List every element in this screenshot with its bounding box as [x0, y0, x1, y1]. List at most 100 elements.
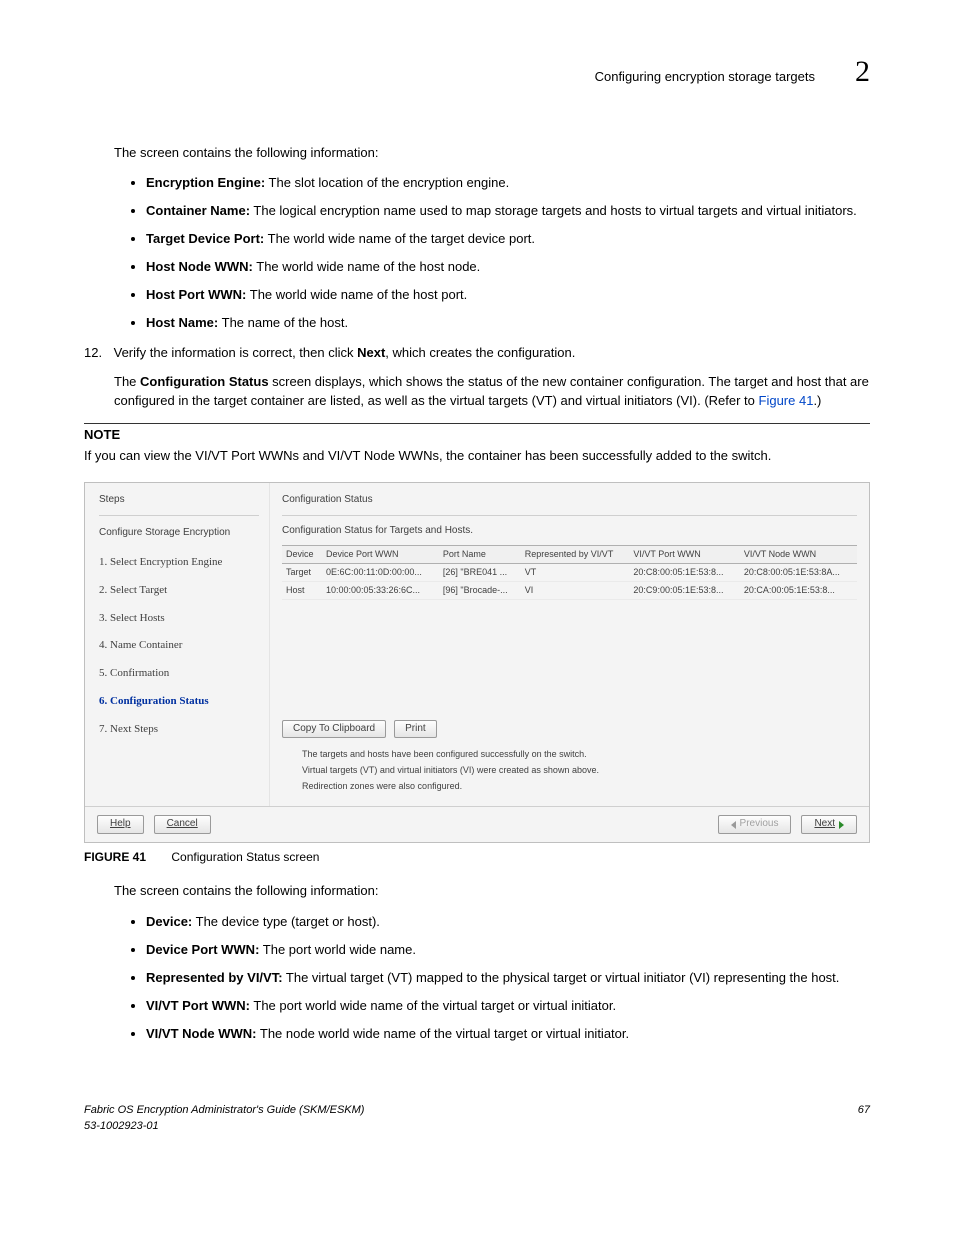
wizard-step[interactable]: 7. Next Steps: [99, 722, 259, 738]
term: Host Port WWN:: [146, 287, 246, 302]
desc: The virtual target (VT) mapped to the ph…: [283, 970, 840, 985]
wizard-step[interactable]: 3. Select Hosts: [99, 611, 259, 627]
footer-left: Fabric OS Encryption Administrator's Gui…: [84, 1103, 364, 1135]
step-number: 12.: [84, 344, 110, 363]
chapter-number: 2: [855, 50, 870, 94]
chevron-left-icon: [731, 821, 736, 829]
t: Configuration Status: [140, 374, 269, 389]
wizard-step[interactable]: 4. Name Container: [99, 638, 259, 654]
col-device-port-wwn: Device Port WWN: [322, 545, 439, 563]
status-message: Redirection zones were also configured.: [282, 780, 857, 793]
desc: The device type (target or host).: [192, 914, 380, 929]
cell: 0E:6C:00:11:0D:00:00...: [322, 563, 439, 581]
steps-header: Steps: [99, 493, 259, 508]
cell: [96] "Brocade-...: [439, 581, 521, 599]
desc: The node world wide name of the virtual …: [257, 1026, 630, 1041]
doc-title: Fabric OS Encryption Administrator's Gui…: [84, 1103, 364, 1119]
desc: The world wide name of the host port.: [246, 287, 467, 302]
table-row[interactable]: Target 0E:6C:00:11:0D:00:00... [26] "BRE…: [282, 563, 857, 581]
col-port-name: Port Name: [439, 545, 521, 563]
col-vivt-port: VI/VT Port WWN: [629, 545, 739, 563]
wizard-content-panel: Configuration Status Configuration Statu…: [270, 483, 869, 807]
list-item: Target Device Port: The world wide name …: [146, 228, 870, 249]
status-table: Device Device Port WWN Port Name Represe…: [282, 545, 857, 600]
cell: 20:C9:00:05:1E:53:8...: [629, 581, 739, 599]
header-title: Configuring encryption storage targets: [595, 68, 815, 87]
label: Previous: [740, 817, 779, 832]
status-message: Virtual targets (VT) and virtual initiat…: [282, 764, 857, 777]
term: Device Port WWN:: [146, 942, 259, 957]
cell: 20:CA:00:05:1E:53:8...: [740, 581, 857, 599]
term: Device:: [146, 914, 192, 929]
step-text-bold: Next: [357, 345, 385, 360]
col-represented: Represented by VI/VT: [521, 545, 630, 563]
table-header-row: Device Device Port WWN Port Name Represe…: [282, 545, 857, 563]
desc: The port world wide name of the virtual …: [250, 998, 616, 1013]
label: Cancel: [167, 817, 198, 832]
list-item: Device: The device type (target or host)…: [146, 911, 870, 932]
panel-subtitle: Configuration Status for Targets and Hos…: [282, 524, 857, 539]
print-button[interactable]: Print: [394, 720, 437, 739]
step-12: 12. Verify the information is correct, t…: [84, 344, 870, 363]
note-heading: NOTE: [84, 426, 870, 445]
page-number: 67: [858, 1103, 870, 1135]
wizard-footer: Help Cancel Previous Next: [85, 806, 869, 842]
cell: 20:C8:00:05:1E:53:8A...: [740, 563, 857, 581]
list-item: Host Port WWN: The world wide name of th…: [146, 284, 870, 305]
cell: Host: [282, 581, 322, 599]
list-item: VI/VT Port WWN: The port world wide name…: [146, 995, 870, 1016]
figure-link[interactable]: Figure 41: [759, 393, 814, 408]
cell: [26] "BRE041 ...: [439, 563, 521, 581]
previous-button: Previous: [718, 815, 792, 834]
list-item: VI/VT Node WWN: The node world wide name…: [146, 1023, 870, 1044]
status-messages: The targets and hosts have been configur…: [282, 748, 857, 793]
config-status-para: The Configuration Status screen displays…: [114, 373, 870, 411]
label: Help: [110, 817, 131, 832]
status-message: The targets and hosts have been configur…: [282, 748, 857, 761]
next-button[interactable]: Next: [801, 815, 857, 834]
t: The: [114, 374, 140, 389]
table-row[interactable]: Host 10:00:00:05:33:26:6C... [96] "Broca…: [282, 581, 857, 599]
step-text-a: Verify the information is correct, then …: [114, 345, 357, 360]
term: Target Device Port:: [146, 231, 264, 246]
step-text-b: , which creates the configuration.: [385, 345, 575, 360]
wizard-step-active[interactable]: 6. Configuration Status: [99, 694, 259, 710]
wizard-title: Configure Storage Encryption: [99, 526, 259, 541]
list-item: Encryption Engine: The slot location of …: [146, 172, 870, 193]
cell: Target: [282, 563, 322, 581]
col-device: Device: [282, 545, 322, 563]
desc: The name of the host.: [218, 315, 348, 330]
term: Represented by VI/VT:: [146, 970, 283, 985]
cell: 20:C8:00:05:1E:53:8...: [629, 563, 739, 581]
doc-number: 53-1002923-01: [84, 1119, 364, 1135]
note-rule: [84, 423, 870, 424]
wizard-step[interactable]: 2. Select Target: [99, 583, 259, 599]
term: Encryption Engine:: [146, 175, 265, 190]
wizard-screenshot: Steps Configure Storage Encryption 1. Se…: [84, 482, 870, 843]
intro-para-1: The screen contains the following inform…: [114, 144, 870, 163]
chevron-right-icon: [839, 821, 844, 829]
col-vivt-node: VI/VT Node WWN: [740, 545, 857, 563]
t: .): [813, 393, 821, 408]
panel-title: Configuration Status: [282, 493, 857, 508]
note-text: If you can view the VI/VT Port WWNs and …: [84, 447, 870, 466]
label: Next: [814, 817, 835, 832]
list-item: Host Name: The name of the host.: [146, 312, 870, 333]
cancel-button[interactable]: Cancel: [154, 815, 211, 834]
bullet-list-1: Encryption Engine: The slot location of …: [114, 172, 870, 332]
term: Host Node WWN:: [146, 259, 253, 274]
bullet-list-2: Device: The device type (target or host)…: [114, 911, 870, 1043]
figure-caption: FIGURE 41 Configuration Status screen: [84, 849, 870, 866]
page-header: Configuring encryption storage targets 2: [84, 50, 870, 94]
copy-to-clipboard-button[interactable]: Copy To Clipboard: [282, 720, 386, 739]
desc: The logical encryption name used to map …: [250, 203, 857, 218]
term: VI/VT Port WWN:: [146, 998, 250, 1013]
cell: VI: [521, 581, 630, 599]
help-button[interactable]: Help: [97, 815, 144, 834]
wizard-step[interactable]: 5. Confirmation: [99, 666, 259, 682]
figure-label: FIGURE 41: [84, 850, 146, 864]
list-item: Container Name: The logical encryption n…: [146, 200, 870, 221]
cell: 10:00:00:05:33:26:6C...: [322, 581, 439, 599]
list-item: Host Node WWN: The world wide name of th…: [146, 256, 870, 277]
wizard-step[interactable]: 1. Select Encryption Engine: [99, 555, 259, 571]
